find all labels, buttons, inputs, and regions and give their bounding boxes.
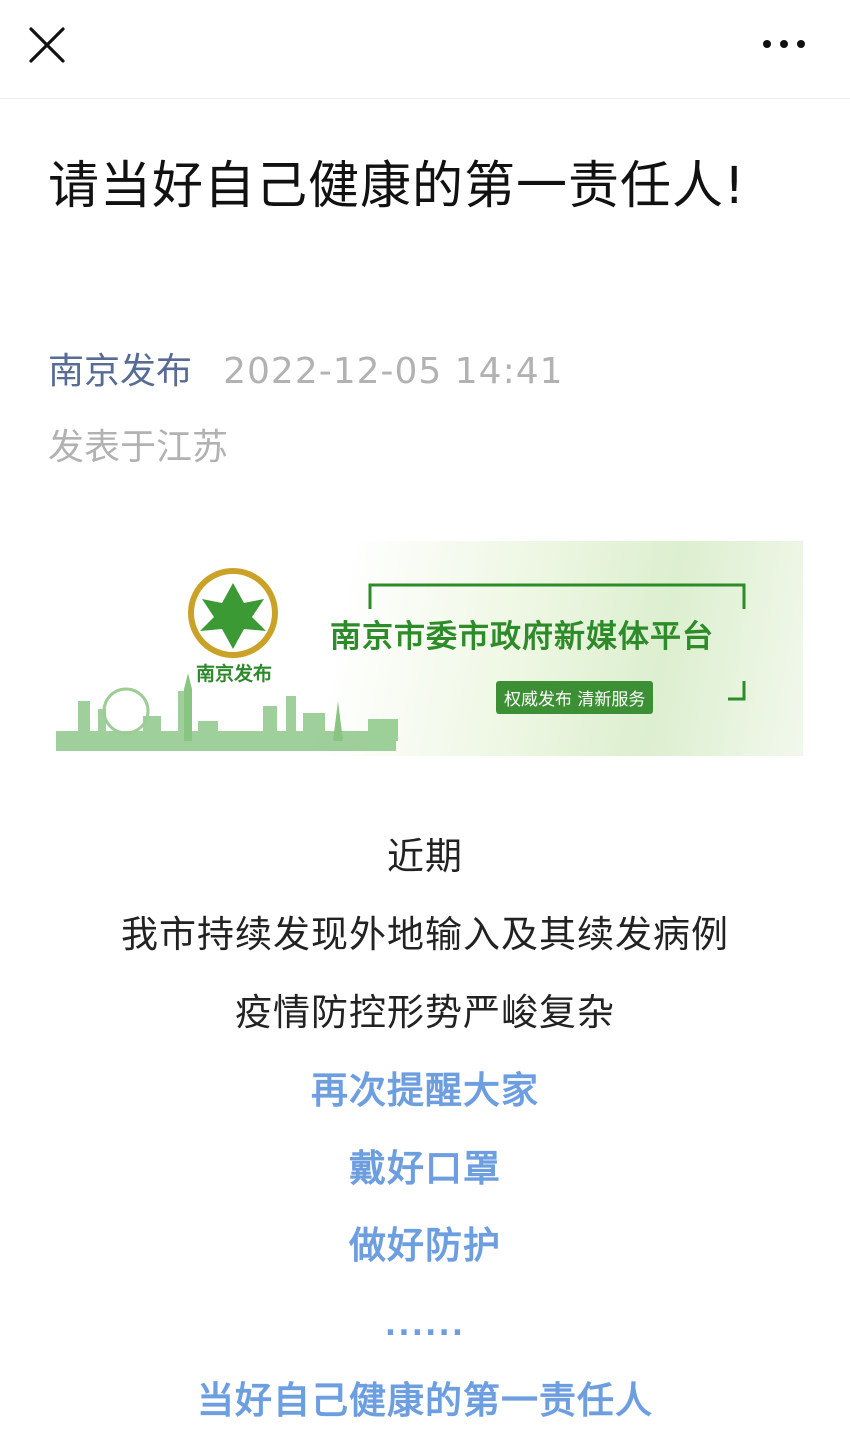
more-icon	[763, 40, 805, 48]
header-banner-image: 南京发布 南京市委市政府新媒体平台 权威发布 清新服务	[48, 541, 803, 756]
closing-line: 当好自己健康的第一责任人	[197, 1379, 653, 1422]
highlight-line: 再次提醒大家	[311, 1069, 539, 1112]
close-icon	[29, 27, 65, 63]
highlight-line: 做好防护	[349, 1224, 501, 1267]
close-button[interactable]	[26, 24, 68, 66]
publish-time: 2022-12-05 14:41	[223, 351, 564, 392]
highlight-line: 戴好口罩	[349, 1147, 501, 1190]
publish-location: 发表于江苏	[48, 427, 229, 468]
body-line: 我市持续发现外地输入及其续发病例	[121, 913, 729, 956]
ellipsis-divider: ......	[384, 1308, 466, 1343]
account-name-link[interactable]: 南京发布	[48, 351, 192, 392]
article-title: 请当好自己健康的第一责任人!	[48, 157, 746, 216]
banner-headline: 南京市委市政府新媒体平台	[330, 619, 714, 655]
body-line: 疫情防控形势严峻复杂	[235, 991, 615, 1034]
body-line: 近期	[387, 835, 463, 878]
banner-tagline: 权威发布 清新服务	[496, 681, 654, 714]
more-button[interactable]	[758, 30, 810, 58]
banner-logo-text: 南京发布	[196, 663, 273, 685]
top-bar	[0, 0, 850, 99]
article-meta: 南京发布 2022-12-05 14:41	[48, 342, 564, 392]
